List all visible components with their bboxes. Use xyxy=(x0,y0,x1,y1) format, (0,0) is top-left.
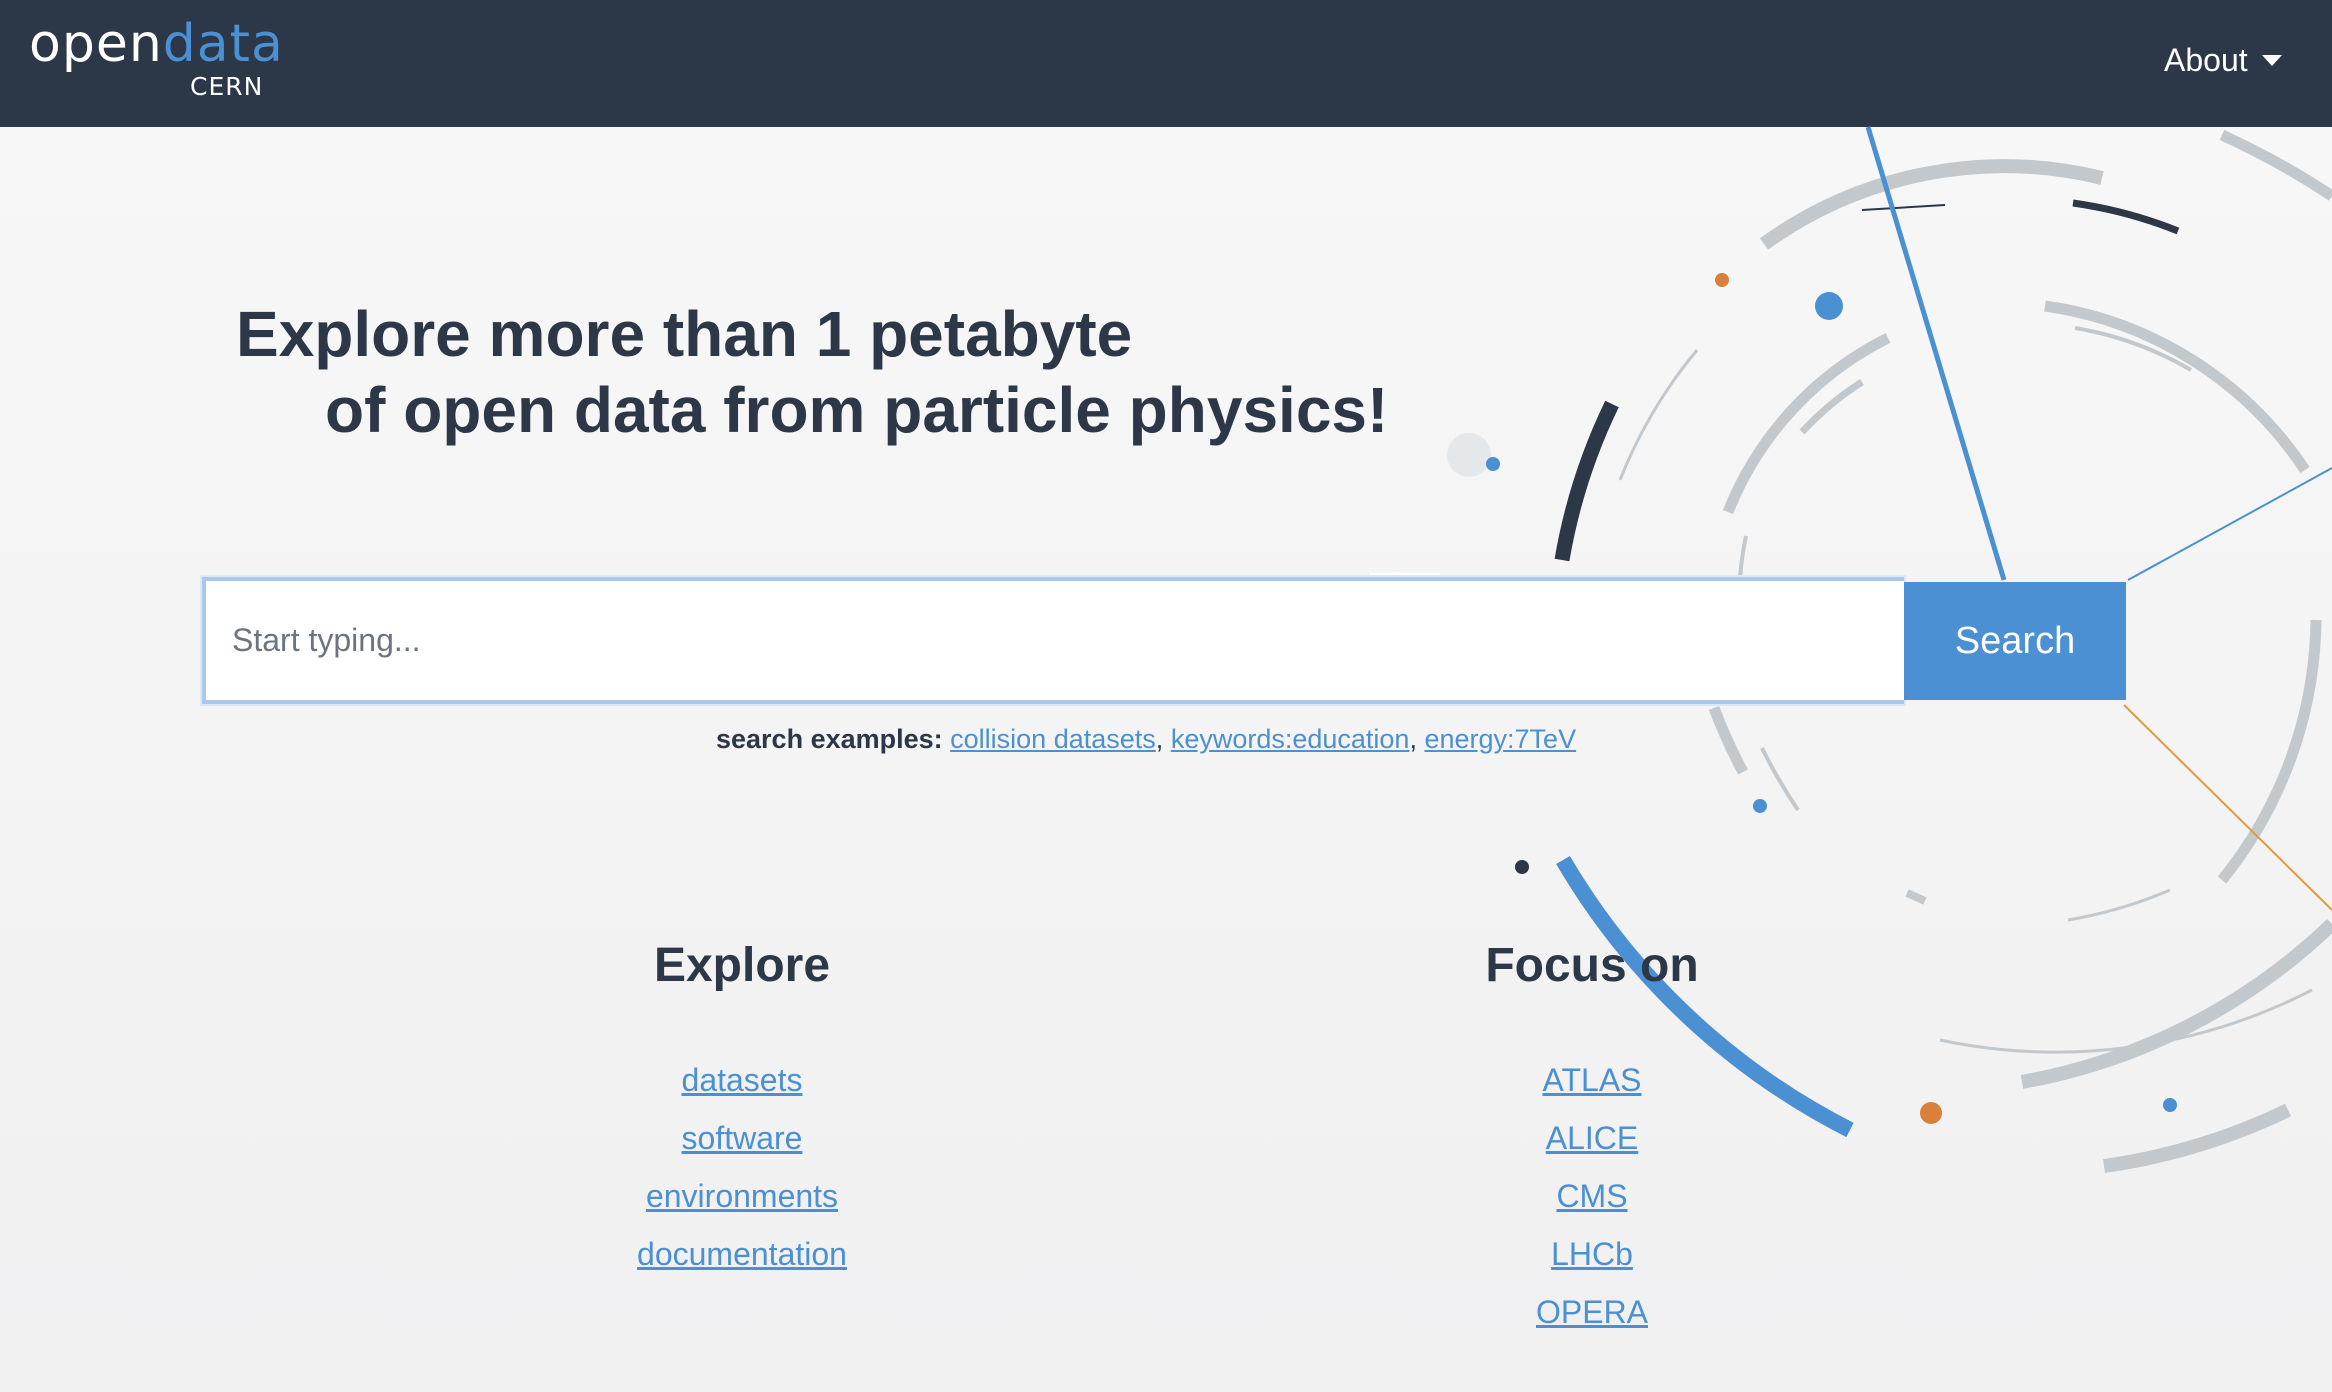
focus-link-alice[interactable]: ALICE xyxy=(1342,1109,1842,1167)
focus-section: Focus on ATLAS ALICE CMS LHCb OPERA xyxy=(1342,938,1842,1341)
opendata-cern-logo[interactable]: opendata CERN xyxy=(29,14,283,104)
explore-link-documentation[interactable]: documentation xyxy=(492,1225,992,1283)
top-navbar: opendata CERN About xyxy=(0,0,2332,127)
logo-subtitle: CERN xyxy=(190,72,264,101)
focus-link-cms[interactable]: CMS xyxy=(1342,1167,1842,1225)
about-dropdown[interactable]: About xyxy=(2164,38,2282,82)
about-label: About xyxy=(2164,41,2248,78)
caret-down-icon xyxy=(2261,54,2282,66)
explore-link-datasets[interactable]: datasets xyxy=(492,1051,992,1109)
focus-link-lhcb[interactable]: LHCb xyxy=(1342,1225,1842,1283)
focus-link-opera[interactable]: OPERA xyxy=(1342,1283,1842,1341)
explore-link-environments[interactable]: environments xyxy=(492,1167,992,1225)
focus-link-atlas[interactable]: ATLAS xyxy=(1342,1051,1842,1109)
search-examples: search examples: collision datasets, key… xyxy=(716,724,1577,754)
example-link-energy-7tev[interactable]: energy:7TeV xyxy=(1424,724,1576,754)
logo-wordmark: opendata xyxy=(29,14,284,74)
explore-title: Explore xyxy=(653,939,831,992)
headline-line-1: Explore more than 1 petabyte xyxy=(236,298,1133,370)
explore-link-software[interactable]: software xyxy=(492,1109,992,1167)
example-link-collision-datasets[interactable]: collision datasets xyxy=(950,724,1156,754)
search-input[interactable] xyxy=(202,577,1904,704)
explore-section: Explore datasets software environments d… xyxy=(492,938,992,1283)
search-examples-label: search examples: xyxy=(716,724,943,754)
headline-line-2: of open data from particle physics! xyxy=(325,374,1389,446)
headline-highlight: 1 petabyte xyxy=(815,298,1133,370)
search-button[interactable]: Search xyxy=(1904,582,2126,700)
hero-headline: Explore more than 1 petabyte of open dat… xyxy=(236,296,1389,448)
example-link-keywords-education[interactable]: keywords:education xyxy=(1171,724,1410,754)
search-form: Search xyxy=(202,577,2126,704)
focus-title: Focus on xyxy=(1485,939,1699,992)
